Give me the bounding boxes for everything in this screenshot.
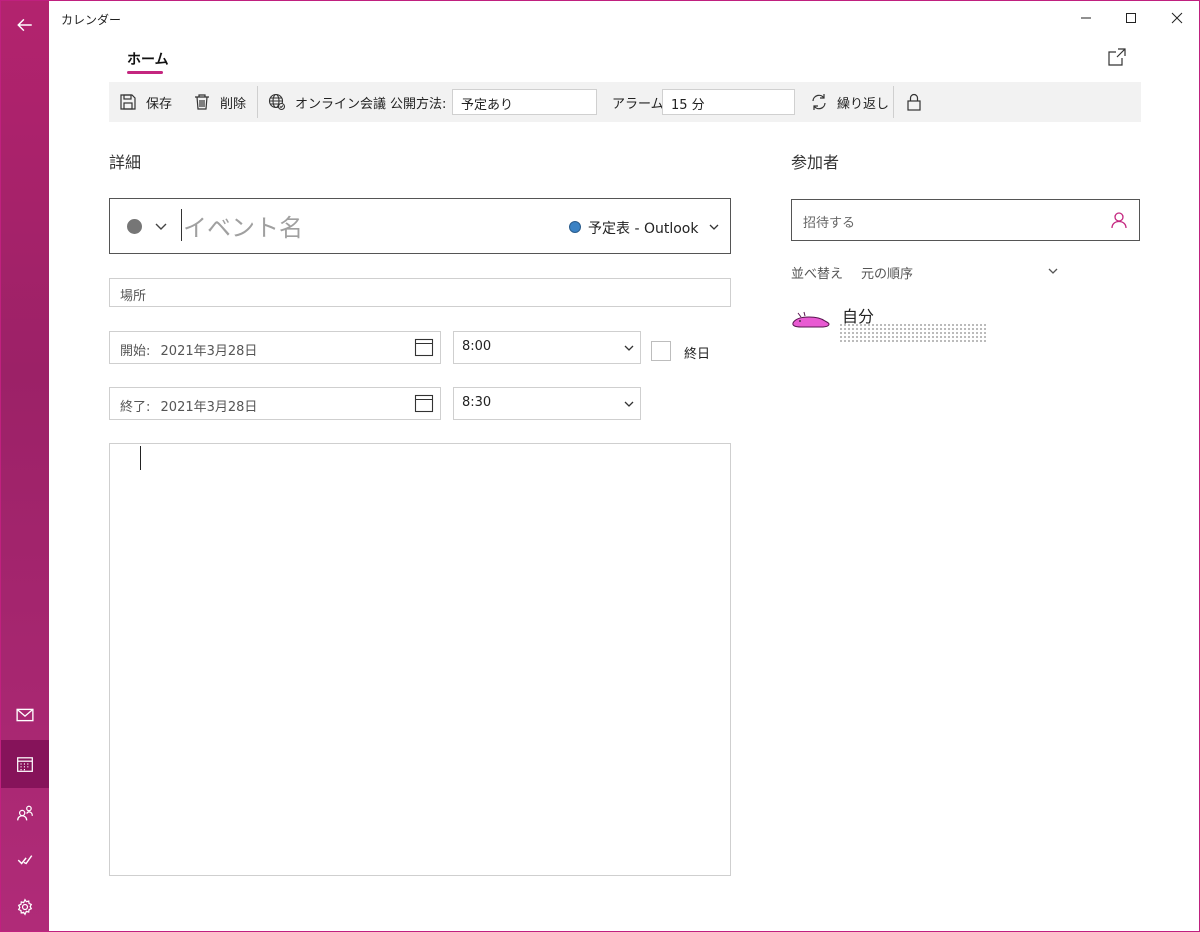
sort-select[interactable]: 元の順序 — [861, 263, 913, 282]
chevron-down-icon[interactable] — [1047, 265, 1059, 277]
popout-button[interactable] — [1107, 47, 1127, 67]
todo-nav-button[interactable] — [1, 835, 49, 883]
invite-placeholder: 招待する — [803, 216, 856, 231]
event-notes-editor[interactable] — [109, 443, 731, 876]
end-label: 終了: — [120, 400, 151, 415]
close-icon — [1171, 12, 1183, 24]
tab-home-indicator — [127, 71, 163, 74]
back-arrow-icon — [17, 18, 32, 32]
alarm-label: アラーム: — [612, 96, 668, 112]
text-caret — [140, 446, 141, 470]
event-name-box: イベント名 予定表 - Outlook — [109, 198, 731, 254]
all-day-checkbox[interactable] — [651, 341, 671, 361]
settings-nav-button[interactable] — [1, 883, 49, 931]
mail-nav-button[interactable] — [1, 691, 49, 739]
invite-input[interactable]: 招待する — [791, 199, 1140, 241]
start-date: 2021年3月28日 — [160, 344, 258, 359]
checkmark-icon — [17, 855, 33, 865]
people-nav-button[interactable] — [1, 789, 49, 837]
toolbar-divider — [257, 86, 258, 118]
calendar-nav-button[interactable] — [1, 740, 49, 788]
chevron-down-icon — [624, 345, 634, 351]
event-name-input[interactable]: イベント名 — [183, 208, 303, 243]
repeat-icon — [812, 94, 826, 110]
end-date: 2021年3月28日 — [160, 400, 258, 415]
online-meeting-label: オンライン会議 — [295, 96, 387, 112]
repeat-label: 繰り返し — [837, 96, 890, 112]
end-time: 8:30 — [462, 395, 492, 410]
all-day-label: 終日 — [684, 347, 711, 362]
save-icon — [120, 94, 136, 110]
maximize-icon — [1126, 13, 1136, 23]
end-time-select[interactable]: 8:30 — [453, 387, 641, 420]
trash-icon — [195, 94, 209, 110]
chevron-down-icon[interactable] — [154, 219, 168, 233]
start-date-picker[interactable]: 開始: 2021年3月28日 — [109, 331, 441, 364]
start-label: 開始: — [120, 344, 151, 359]
online-meeting-button[interactable]: オンライン会議 — [268, 82, 386, 122]
calendar-color-dot — [569, 221, 581, 233]
end-date-picker[interactable]: 終了: 2021年3月28日 — [109, 387, 441, 420]
start-time-select[interactable]: 8:00 — [453, 331, 641, 364]
window-title: カレンダー — [61, 13, 122, 27]
sort-label: 並べ替え — [791, 267, 844, 282]
lock-icon — [907, 93, 921, 111]
chevron-down-icon — [624, 401, 634, 407]
mail-icon — [16, 708, 34, 722]
delete-label: 削除 — [220, 96, 247, 112]
app-window: カレンダー ホーム 保存 削除 オンライン会議 公開方法: 予定あり アラーム:… — [0, 0, 1200, 932]
location-input[interactable]: 場所 — [109, 278, 731, 307]
alarm-select[interactable]: 15 分 — [662, 89, 795, 115]
title-bar: カレンダー — [49, 1, 1199, 35]
globe-icon — [268, 93, 286, 111]
people-icon — [17, 805, 33, 821]
private-button[interactable] — [905, 82, 932, 122]
minimize-icon — [1081, 17, 1091, 19]
popout-icon — [1108, 48, 1126, 66]
chevron-down-icon[interactable] — [708, 221, 720, 233]
toolbar-divider — [893, 86, 894, 118]
tab-home[interactable]: ホーム — [127, 49, 169, 69]
attendee-self-email-redacted — [839, 323, 987, 343]
calendar-icon — [414, 394, 434, 413]
start-time: 8:00 — [462, 339, 492, 354]
person-icon[interactable] — [1110, 211, 1128, 229]
maximize-button[interactable] — [1108, 1, 1154, 35]
save-label: 保存 — [146, 96, 173, 112]
calendar-icon — [17, 757, 33, 772]
avatar — [792, 311, 830, 328]
details-heading: 詳細 — [109, 153, 142, 172]
nav-rail — [1, 1, 49, 931]
repeat-button[interactable]: 繰り返し — [810, 82, 889, 122]
show-as-select[interactable]: 予定あり — [452, 89, 597, 115]
delete-button[interactable]: 削除 — [193, 82, 246, 122]
show-as-label: 公開方法: — [390, 96, 447, 112]
attendees-heading: 参加者 — [791, 153, 840, 172]
calendar-selector[interactable]: 予定表 - Outlook — [588, 218, 698, 238]
calendar-icon — [414, 338, 434, 357]
back-button[interactable] — [1, 1, 49, 49]
text-caret — [181, 209, 182, 241]
save-button[interactable]: 保存 — [119, 82, 172, 122]
toolbar: 保存 削除 オンライン会議 公開方法: 予定あり アラーム: 15 分 繰り返し — [109, 82, 1141, 122]
event-color-button[interactable] — [127, 219, 142, 234]
minimize-button[interactable] — [1063, 1, 1109, 35]
close-button[interactable] — [1154, 1, 1200, 35]
gear-icon — [17, 898, 33, 916]
